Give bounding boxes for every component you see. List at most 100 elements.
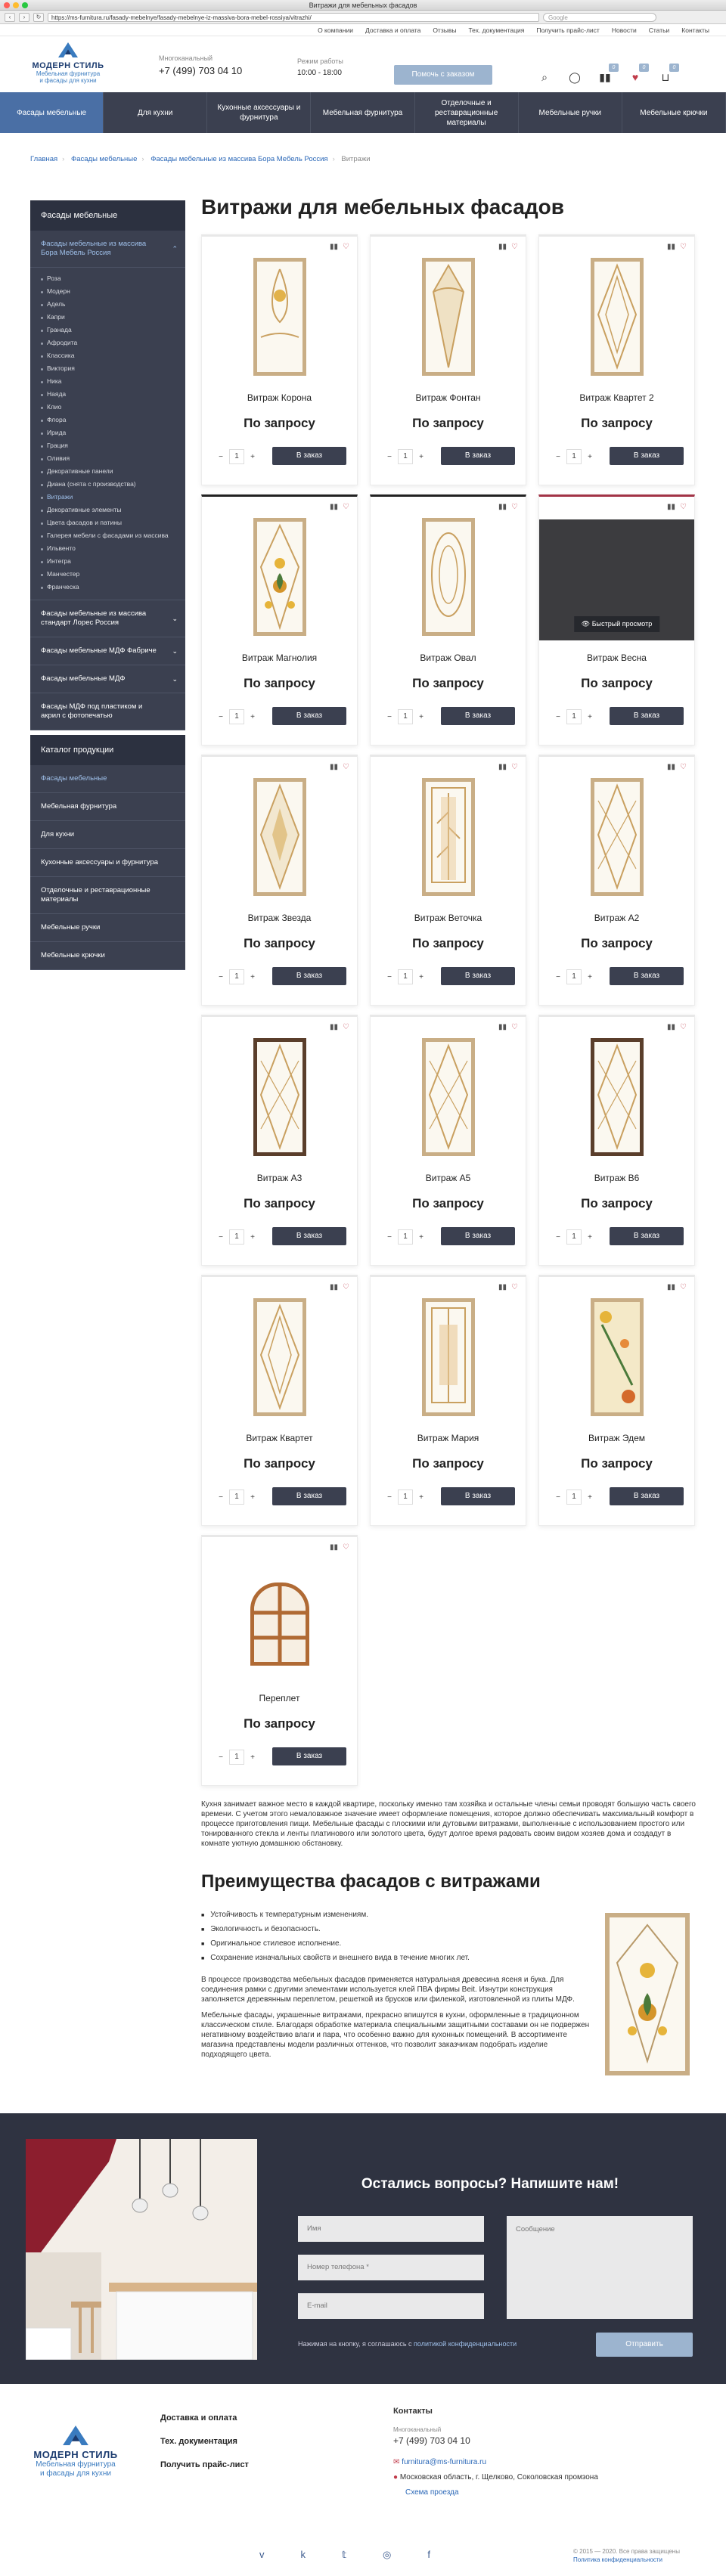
product-name[interactable]: Витраж А5 (371, 1173, 526, 1183)
user-icon[interactable]: ◯ (569, 71, 581, 83)
logo[interactable]: МОДЕРН СТИЛЬ Мебельная фурнитура и фасад… (30, 42, 106, 84)
catalog-item[interactable]: Мебельная фурнитура (30, 793, 185, 821)
product-card[interactable]: ▮▮ ♡ Витраж Магнолия По запросу −1 + В заказ (201, 494, 358, 746)
sidebar-subitem[interactable]: Клио (30, 401, 185, 414)
product-card[interactable]: ▮▮ ♡ Витраж Фонтан По запросу −1 + В заказ (370, 234, 526, 485)
heart-icon[interactable]: ♡ (343, 243, 349, 251)
product-card[interactable]: ▮▮ ♡ Витраж Овал По запросу −1 + В заказ (370, 494, 526, 746)
browser-search-input[interactable]: Google (543, 12, 656, 22)
heart-icon[interactable]: ♡ (680, 243, 687, 251)
send-button[interactable]: Отправить (596, 2333, 693, 2357)
quantity-input[interactable]: 1 (229, 1229, 244, 1245)
topnav-reviews[interactable]: Отзывы (433, 24, 456, 36)
compare-icon[interactable]: ▮▮ (667, 503, 675, 511)
minus-button[interactable]: − (550, 1233, 566, 1242)
product-card[interactable]: ▮▮ ♡ Витраж Звезда По запросу −1 + В заказ (201, 755, 358, 1006)
heart-icon[interactable]: ♡ (343, 503, 349, 511)
product-card[interactable]: ▮▮ ♡ 👁 Быстрый просмотр Витраж Весна По запр… (538, 494, 695, 746)
heart-icon[interactable]: ♡ (343, 1543, 349, 1551)
plus-button[interactable]: + (582, 973, 598, 981)
breadcrumb-facades[interactable]: Фасады мебельные (71, 155, 137, 163)
heart-icon[interactable]: ♡ (680, 1283, 687, 1291)
product-card[interactable]: ▮▮ ♡ Витраж В6 По запросу −1 + В заказ (538, 1015, 695, 1266)
add-to-order-button[interactable]: В заказ (441, 447, 515, 465)
add-to-order-button[interactable]: В заказ (272, 967, 346, 985)
quantity-input[interactable]: 1 (566, 449, 582, 464)
add-to-order-button[interactable]: В заказ (272, 447, 346, 465)
sidebar-subitem[interactable]: Ильвенто (30, 542, 185, 555)
product-name[interactable]: Витраж Фонтан (371, 392, 526, 403)
minus-button[interactable]: − (550, 973, 566, 981)
product-name[interactable]: Витраж Веточка (371, 913, 526, 923)
heart-icon[interactable]: ♡ (511, 243, 518, 251)
facebook-icon[interactable]: f (427, 2549, 467, 2560)
maximize-window-icon[interactable] (22, 2, 28, 8)
cart-icon[interactable]: ⊔ 0 (659, 64, 679, 83)
compare-icon[interactable]: ▮▮ (667, 243, 675, 251)
sidebar-subitem[interactable]: Манчестер (30, 568, 185, 581)
minus-button[interactable]: − (213, 1233, 229, 1242)
add-to-order-button[interactable]: В заказ (272, 1747, 346, 1765)
add-to-order-button[interactable]: В заказ (272, 1227, 346, 1245)
plus-button[interactable]: + (244, 713, 261, 721)
nav-furniture-fittings[interactable]: Мебельная фурнитура (311, 92, 415, 133)
product-card[interactable]: ▮▮ ♡ Витраж А3 По запросу −1 + В заказ (201, 1015, 358, 1266)
instagram-icon[interactable]: ◎ (383, 2549, 427, 2560)
close-window-icon[interactable] (4, 2, 10, 8)
sidebar-section-mdf[interactable]: Фасады мебельные МДФ ⌄ (30, 665, 185, 693)
heart-icon[interactable]: ♡ (680, 1023, 687, 1031)
sidebar-subitem[interactable]: Капри (30, 311, 185, 324)
sidebar-subitem[interactable]: Интегра (30, 555, 185, 568)
catalog-item[interactable]: Кухонные аксессуары и фурнитура (30, 849, 185, 877)
product-name[interactable]: Витраж В6 (539, 1173, 694, 1183)
sidebar-subitem[interactable]: Модерн (30, 285, 185, 298)
product-name[interactable]: Витраж Весна (539, 653, 694, 663)
product-card[interactable]: ▮▮ ♡ Витраж Квартет 2 По запросу −1 + В заказ (538, 234, 695, 485)
minus-button[interactable]: − (213, 453, 229, 461)
topnav-delivery[interactable]: Доставка и оплата (365, 24, 420, 36)
heart-icon[interactable]: ♡ (511, 763, 518, 771)
add-to-order-button[interactable]: В заказ (610, 707, 684, 725)
product-image[interactable] (253, 518, 306, 636)
sidebar-subitem[interactable]: Грация (30, 439, 185, 452)
compare-icon[interactable]: ▮▮ (667, 763, 675, 771)
heart-icon[interactable]: ♡ (680, 763, 687, 771)
add-to-order-button[interactable]: В заказ (610, 1487, 684, 1505)
plus-button[interactable]: + (244, 1493, 261, 1502)
add-to-order-button[interactable]: В заказ (272, 707, 346, 725)
product-image[interactable] (590, 1298, 644, 1416)
compare-icon[interactable]: ▮▮ (498, 503, 507, 511)
sidebar-section-fabriche[interactable]: Фасады мебельные МДФ Фабриче ⌄ (30, 637, 185, 665)
heart-icon[interactable]: ♡ (680, 503, 687, 511)
plus-button[interactable]: + (413, 713, 430, 721)
topnav-articles[interactable]: Статьи (649, 24, 670, 36)
quantity-input[interactable]: 1 (229, 709, 244, 724)
compare-icon[interactable]: ▮▮ (330, 763, 338, 771)
product-image[interactable] (421, 1298, 475, 1416)
heart-icon[interactable]: ♡ (343, 1283, 349, 1291)
sidebar-subitem[interactable]: Классика (30, 349, 185, 362)
product-card[interactable]: ▮▮ ♡ Витраж Эдем По запросу −1 + В заказ (538, 1275, 695, 1526)
sidebar-subitem[interactable]: Галерея мебели с фасадами из массива (30, 529, 185, 542)
footer-map-link[interactable]: Схема проезда (405, 2488, 459, 2497)
catalog-item[interactable]: Мебельные крючки (30, 942, 185, 970)
add-to-order-button[interactable]: В заказ (441, 1487, 515, 1505)
add-to-order-button[interactable]: В заказ (610, 447, 684, 465)
sidebar-subitem[interactable]: Франческа (30, 581, 185, 594)
minus-button[interactable]: − (381, 713, 398, 721)
product-name[interactable]: Витраж Звезда (202, 913, 357, 923)
compare-icon[interactable]: ▮▮ (330, 243, 338, 251)
help-order-button[interactable]: Помочь с заказом (394, 65, 492, 85)
minus-button[interactable]: − (550, 1493, 566, 1502)
sidebar-subitem[interactable]: Витражи (30, 491, 185, 504)
add-to-order-button[interactable]: В заказ (441, 1227, 515, 1245)
nav-hooks[interactable]: Мебельные крючки (622, 92, 726, 133)
sidebar-subitem[interactable]: Диана (снята с производства) (30, 478, 185, 491)
plus-button[interactable]: + (244, 1233, 261, 1242)
footer-link-price[interactable]: Получить прайс-лист (160, 2454, 249, 2477)
topnav-docs[interactable]: Тех. документация (468, 24, 524, 36)
add-to-order-button[interactable]: В заказ (610, 1227, 684, 1245)
product-image[interactable] (253, 258, 306, 376)
quantity-input[interactable]: 1 (566, 969, 582, 984)
product-name[interactable]: Витраж Магнолия (202, 653, 357, 663)
